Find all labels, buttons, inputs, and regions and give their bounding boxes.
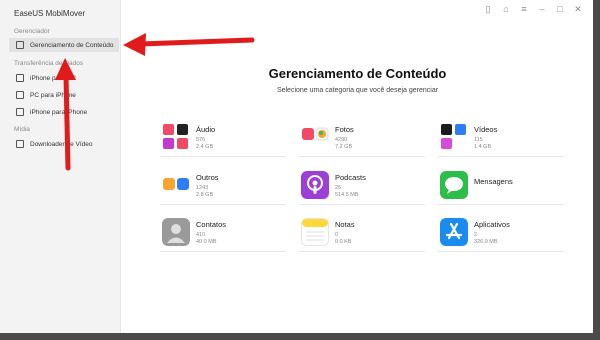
sidebar-section-media: Mídia [14, 126, 30, 133]
category-size: 0.0 KB [335, 239, 352, 245]
category-name: Contatos [196, 220, 227, 229]
main-panel: Gerenciamento de Conteúdo Selecione uma … [122, 0, 593, 333]
category-count: 4290 [335, 137, 348, 143]
category-name: Podcasts [335, 173, 366, 182]
sidebar-section-manager: Gerenciador [14, 28, 50, 35]
sidebar-item-label: iPhone para iPhone [30, 108, 88, 116]
download-icon [16, 140, 24, 148]
category-card-contacts[interactable]: Contatos 410 40.0 MB [160, 218, 286, 252]
sidebar-item-video-downloader[interactable]: Downloader de Vídeo [9, 137, 119, 151]
category-card-videos[interactable]: Vídeos 115 1.4 GB [438, 123, 564, 157]
sidebar-item-iphone-to-iphone[interactable]: iPhone para iPhone [9, 105, 119, 119]
category-card-notes[interactable]: Notas 0 0.0 KB [299, 218, 425, 252]
category-name: Outros [196, 173, 219, 182]
computer-icon [16, 91, 24, 99]
page-title: Gerenciamento de Conteúdo [268, 66, 447, 81]
sidebar-item-iphone-to-pc[interactable]: iPhone para PC [9, 71, 119, 85]
category-name: Aplicativos [474, 220, 510, 229]
category-count: 576 [196, 137, 206, 143]
category-name: Áudio [196, 125, 216, 134]
audio-apps-icon [162, 123, 190, 151]
photos-icon [301, 123, 329, 151]
phone-icon [16, 108, 24, 116]
sidebar-item-label: PC para iPhone [30, 91, 76, 99]
category-count: 0 [335, 232, 339, 238]
category-card-podcasts[interactable]: Podcasts 26 514.5 MB [299, 171, 425, 205]
category-size: 2.8 GB [196, 192, 214, 198]
sidebar-section-transfer: Transferência de Dados [14, 60, 84, 67]
contacts-icon [162, 218, 190, 246]
sidebar-item-content-management[interactable]: Gerenciamento de Conteúdo [9, 38, 119, 52]
category-card-messages[interactable]: Mensagens [438, 171, 564, 205]
category-card-apps[interactable]: Aplicativos 2 326.9 MB [438, 218, 564, 252]
sidebar-item-label: Gerenciamento de Conteúdo [30, 41, 114, 49]
category-name: Mensagens [474, 177, 513, 186]
category-count: 115 [474, 137, 483, 143]
sidebar-item-label: iPhone para PC [30, 74, 76, 82]
category-size: 7.2 GB [335, 144, 353, 150]
page-subtitle: Selecione uma categoria que você deseja … [276, 87, 439, 94]
category-count: 2 [474, 232, 478, 238]
sidebar: EaseUS MobiMover Gerenciador Gerenciamen… [0, 0, 121, 333]
category-card-audio[interactable]: Áudio 576 2.4 GB [160, 123, 286, 157]
app-title: EaseUS MobiMover [14, 9, 86, 18]
grid-icon [16, 41, 24, 49]
others-icon [162, 171, 190, 199]
category-size: 326.9 MB [474, 239, 498, 245]
category-name: Fotos [335, 125, 354, 134]
category-count: 1243 [196, 185, 209, 191]
messages-icon [440, 171, 468, 199]
category-size: 514.5 MB [335, 192, 359, 198]
category-size: 2.4 GB [196, 144, 214, 150]
category-card-others[interactable]: Outros 1243 2.8 GB [160, 171, 286, 205]
app-store-icon [440, 218, 468, 246]
category-count: 26 [335, 185, 342, 191]
sidebar-item-label: Downloader de Vídeo [30, 140, 93, 148]
notes-icon [301, 218, 329, 246]
category-name: Vídeos [474, 125, 498, 134]
category-size: 1.4 GB [474, 144, 492, 150]
category-size: 40.0 MB [196, 239, 217, 245]
category-count: 410 [196, 232, 206, 238]
category-name: Notas [335, 220, 355, 229]
videos-icon [440, 123, 468, 151]
podcasts-icon [301, 171, 329, 199]
phone-icon [16, 74, 24, 82]
category-card-photos[interactable]: Fotos 4290 7.2 GB [299, 123, 425, 157]
sidebar-item-pc-to-iphone[interactable]: PC para iPhone [9, 88, 119, 102]
